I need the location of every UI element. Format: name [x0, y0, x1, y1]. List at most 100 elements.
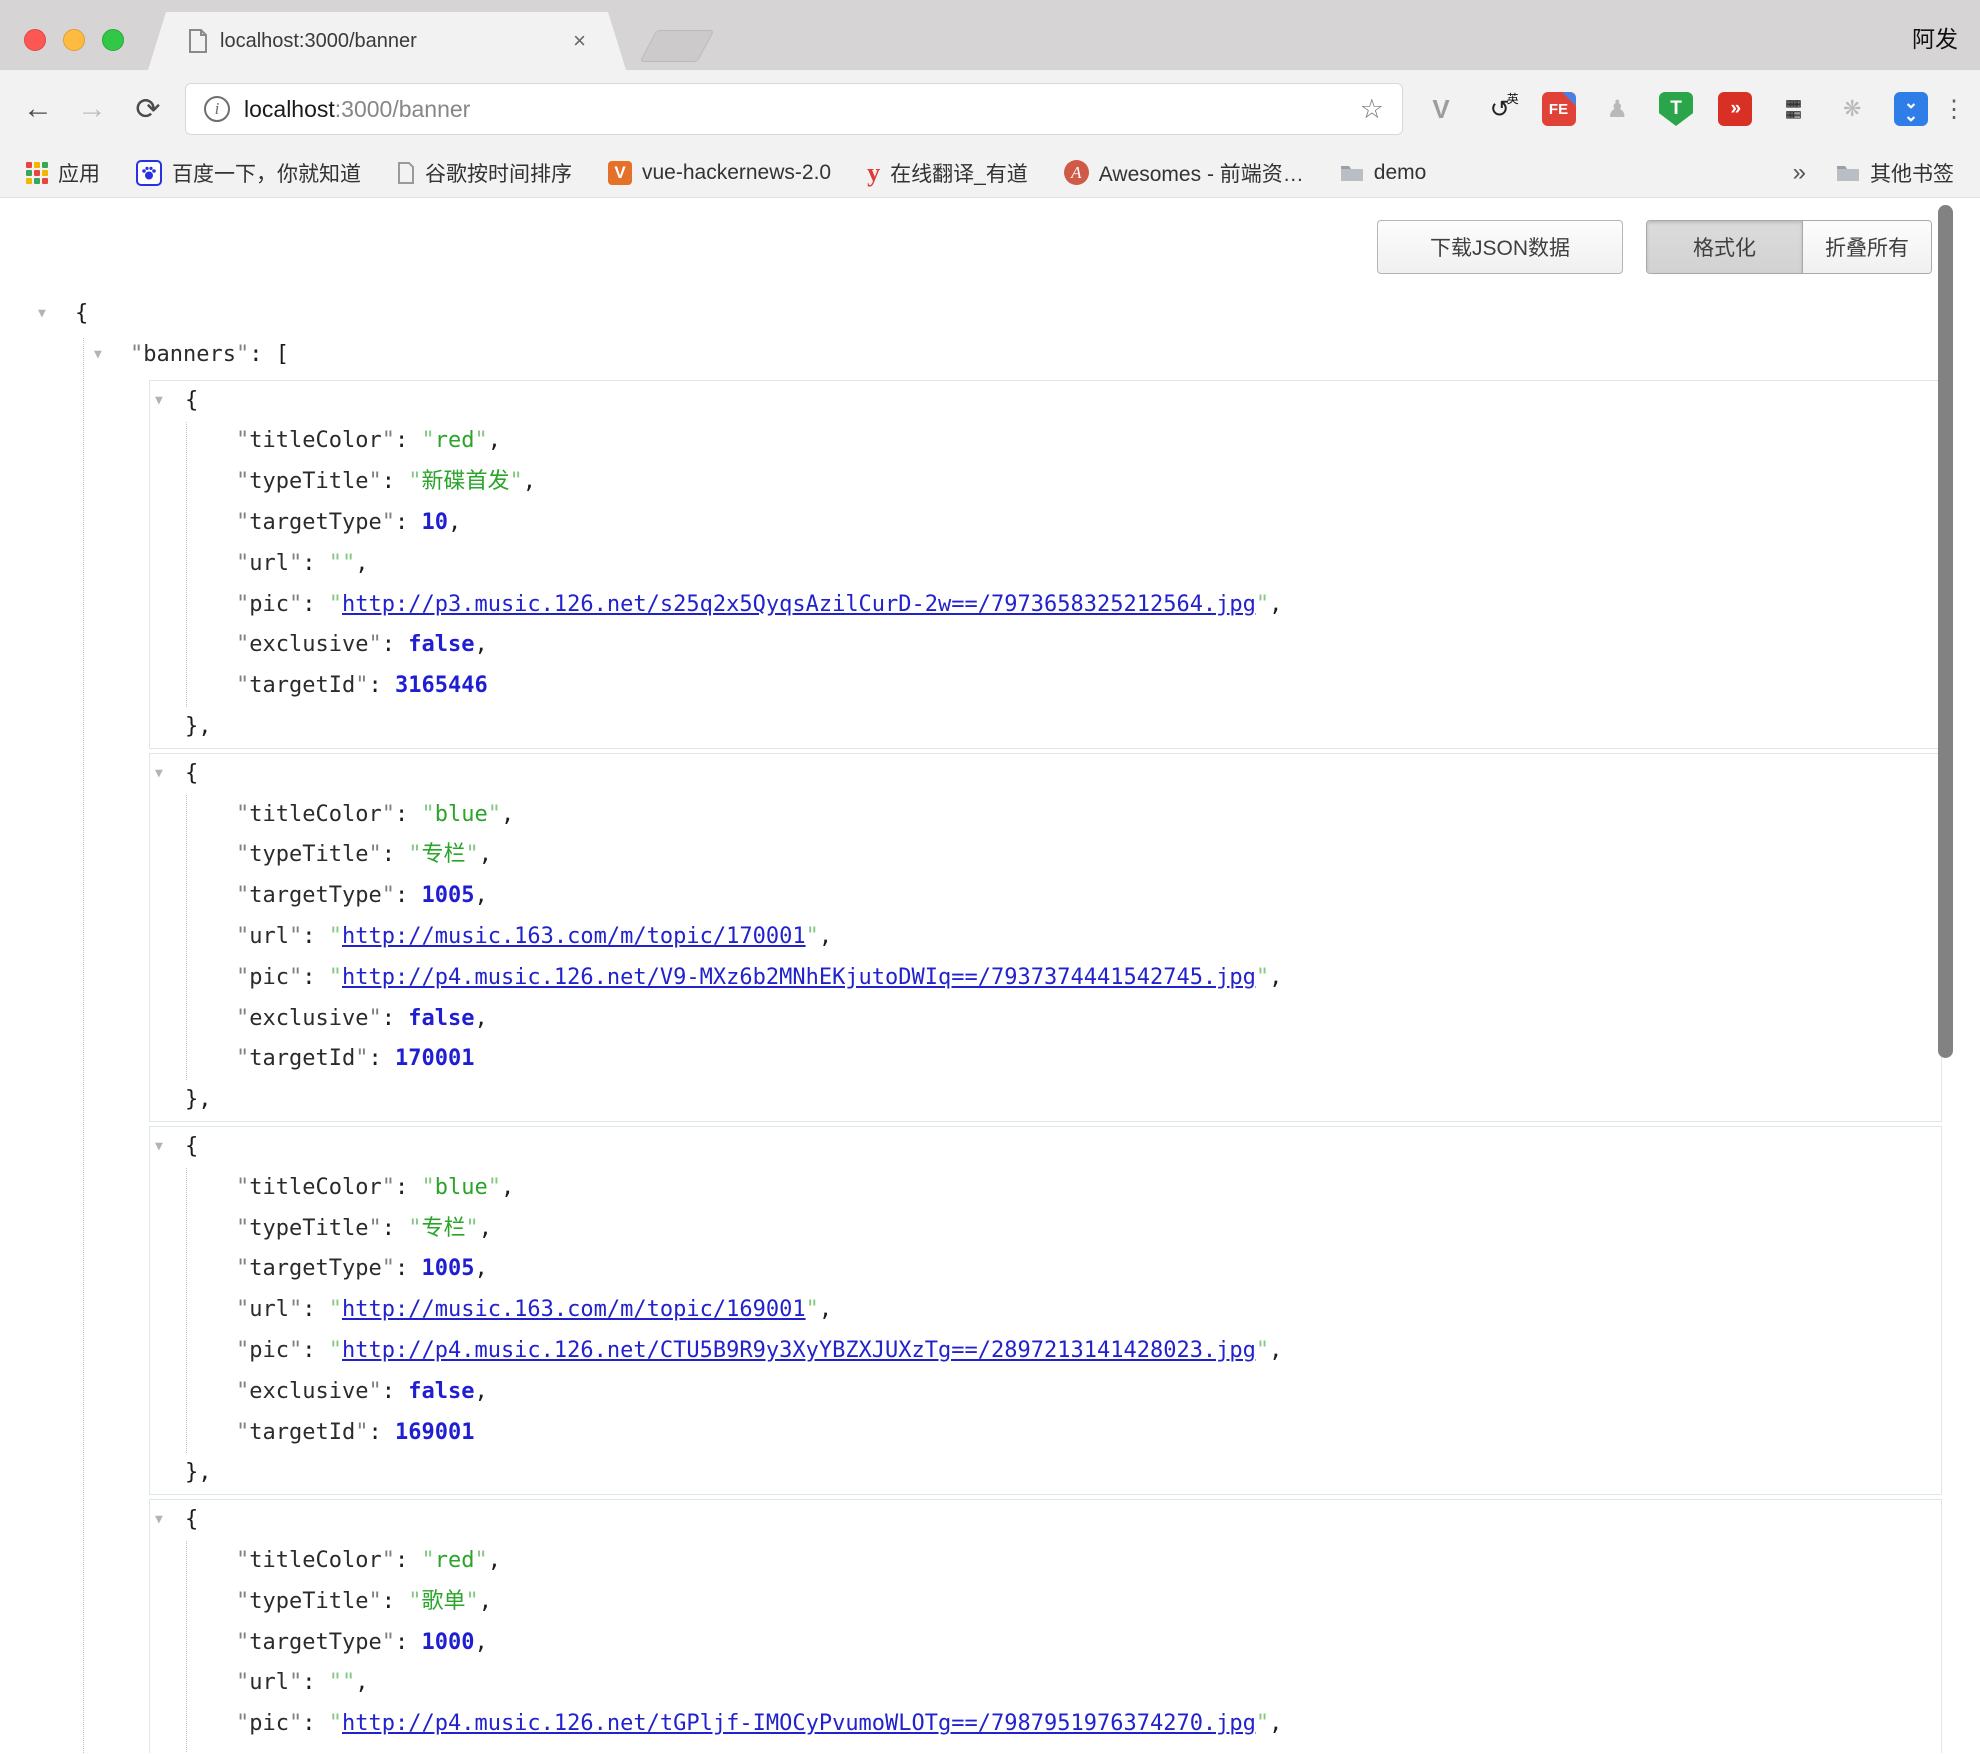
person-extension-icon[interactable]: ♟ — [1600, 92, 1634, 126]
json-line: "targetType": 1005, — [150, 1249, 1941, 1290]
new-tab-button[interactable] — [639, 30, 714, 62]
bookmarks-bar: 应用 百度一下，你就知道 谷歌按时间排序 V vue-hackernews-2.… — [0, 148, 1980, 198]
apps-grid-icon — [26, 162, 48, 184]
collapse-toggle-icon[interactable]: ▼ — [155, 381, 163, 422]
json-line: }, — [150, 707, 1941, 748]
zoom-window-button[interactable] — [102, 29, 124, 51]
translate-extension-icon[interactable]: ↺英 — [1483, 92, 1517, 126]
json-line: ▼{ — [150, 381, 1941, 422]
bookmark-apps[interactable]: 应用 — [26, 158, 100, 188]
page-icon — [397, 162, 415, 184]
json-line: "titleColor": "blue", — [150, 795, 1941, 836]
json-line: "targetId": 3165446 — [150, 666, 1941, 707]
banner-object: ▼{"titleColor": "red","typeTitle": "歌单",… — [149, 1499, 1942, 1753]
json-line: "pic": "http://p3.music.126.net/s25q2x5Q… — [150, 585, 1941, 626]
paw-extension-icon[interactable]: ❋ — [1835, 92, 1869, 126]
json-line: "targetId": 169001 — [150, 1413, 1941, 1454]
json-line: "typeTitle": "歌单", — [150, 1582, 1941, 1623]
json-line: ▼{ — [150, 1500, 1941, 1541]
json-line: "exclusive": false, — [150, 625, 1941, 666]
fast-forward-extension-icon[interactable]: » — [1718, 92, 1752, 126]
json-line: "exclusive": false, — [150, 999, 1941, 1040]
json-line: "titleColor": "blue", — [150, 1168, 1941, 1209]
json-url-link[interactable]: http://p4.music.126.net/CTU5B9R9y3XyYBZX… — [342, 1338, 1256, 1363]
banner-object: ▼{"titleColor": "blue","typeTitle": "专栏"… — [149, 753, 1942, 1122]
forward-button[interactable]: → — [70, 70, 114, 148]
json-line: ▼{ — [150, 1127, 1941, 1168]
json-line: "url": "http://music.163.com/m/topic/169… — [150, 1290, 1941, 1331]
json-line: "targetType": 1000, — [150, 1623, 1941, 1664]
json-line: "typeTitle": "专栏", — [150, 835, 1941, 876]
json-line: "url": "", — [150, 1663, 1941, 1704]
collapse-toggle-icon[interactable]: ▼ — [155, 754, 163, 795]
scrollbar-thumb[interactable] — [1938, 205, 1953, 1058]
json-line: "typeTitle": "专栏", — [150, 1209, 1941, 1250]
json-line: "typeTitle": "新碟首发", — [150, 462, 1941, 503]
fe-extension-icon[interactable]: FE — [1542, 92, 1576, 126]
json-line: ▼{ — [0, 294, 1980, 335]
json-url-link[interactable]: http://p4.music.126.net/V9-MXz6b2MNhEKju… — [342, 965, 1256, 990]
json-url-link[interactable]: http://music.163.com/m/topic/169001 — [342, 1297, 806, 1322]
profile-name[interactable]: 阿发 — [1912, 20, 1958, 54]
minimize-window-button[interactable] — [63, 29, 85, 51]
page-favicon-icon — [188, 29, 208, 53]
json-line: ▼"banners": [ — [0, 335, 1980, 376]
bookmark-youdao[interactable]: y 在线翻译_有道 — [867, 158, 1028, 188]
json-url-link[interactable]: http://p3.music.126.net/s25q2x5QyqsAzilC… — [342, 592, 1256, 617]
close-window-button[interactable] — [24, 29, 46, 51]
collapse-toggle-icon[interactable]: ▼ — [155, 1127, 163, 1168]
bookmark-vue-hackernews[interactable]: V vue-hackernews-2.0 — [608, 161, 831, 185]
bookmark-awesomes[interactable]: A Awesomes - 前端资… — [1064, 158, 1304, 188]
chrome-menu-icon[interactable]: ⋮ — [1942, 70, 1966, 148]
collapse-toggle-icon[interactable]: ▼ — [38, 294, 46, 335]
window-titlebar: localhost:3000/banner × 阿发 — [0, 0, 1980, 70]
browser-tab[interactable]: localhost:3000/banner × — [148, 12, 626, 70]
site-info-icon[interactable]: i — [204, 96, 230, 122]
banner-object: ▼{"titleColor": "blue","typeTitle": "专栏"… — [149, 1126, 1942, 1495]
collapse-toggle-icon[interactable]: ▼ — [94, 335, 102, 376]
json-url-link[interactable]: http://p4.music.126.net/tGPljf-IMOCyPvum… — [342, 1711, 1256, 1736]
json-line: "exclusive": false, — [150, 1745, 1941, 1753]
json-line: }, — [150, 1453, 1941, 1494]
bookmark-demo-folder[interactable]: demo — [1340, 161, 1427, 185]
collapse-toggle-icon[interactable]: ▼ — [155, 1500, 163, 1541]
back-button[interactable]: ← — [16, 70, 60, 148]
json-line: "targetType": 1005, — [150, 876, 1941, 917]
indent-guide — [83, 338, 84, 1753]
json-line: ▼{ — [150, 754, 1941, 795]
address-bar[interactable]: i localhost:3000/banner ☆ — [185, 83, 1403, 135]
bookmarks-overflow-chevron[interactable]: » — [1793, 159, 1806, 187]
qr-code-extension-icon[interactable]: ▦▦▦▤ — [1777, 92, 1811, 126]
json-line: "url": "", — [150, 544, 1941, 585]
vue-icon: V — [608, 161, 632, 185]
url-text: localhost:3000/banner — [244, 96, 470, 123]
reload-button[interactable]: ⟳ — [126, 70, 170, 148]
tab-close-icon[interactable]: × — [573, 28, 586, 54]
json-line: "url": "http://music.163.com/m/topic/170… — [150, 917, 1941, 958]
vue-devtools-icon[interactable]: V — [1424, 92, 1458, 126]
browser-toolbar: ← → ⟳ i localhost:3000/banner ☆ V ↺英 FE … — [0, 70, 1980, 148]
json-line: "pic": "http://p4.music.126.net/V9-MXz6b… — [150, 958, 1941, 999]
bookmark-star-icon[interactable]: ☆ — [1360, 94, 1384, 125]
bookmark-google-sort[interactable]: 谷歌按时间排序 — [397, 158, 572, 188]
other-bookmarks-folder[interactable]: 其他书签 — [1836, 158, 1954, 188]
json-line: "pic": "http://p4.music.126.net/CTU5B9R9… — [150, 1331, 1941, 1372]
json-line: "targetType": 10, — [150, 503, 1941, 544]
json-line: "pic": "http://p4.music.126.net/tGPljf-I… — [150, 1704, 1941, 1745]
blue-shield-extension-icon[interactable]: ⌄⌄ — [1894, 92, 1928, 126]
youdao-icon: y — [867, 158, 880, 188]
json-line: "titleColor": "red", — [150, 421, 1941, 462]
baidu-paw-icon — [136, 160, 162, 186]
json-line: "titleColor": "red", — [150, 1541, 1941, 1582]
banner-object: ▼{"titleColor": "red","typeTitle": "新碟首发… — [149, 380, 1942, 749]
tab-title: localhost:3000/banner — [220, 30, 565, 53]
traffic-lights — [24, 29, 124, 51]
json-line: "targetId": 170001 — [150, 1039, 1941, 1080]
green-shield-extension-icon[interactable]: T — [1659, 92, 1693, 126]
awesomes-icon: A — [1064, 160, 1089, 185]
extensions-row: V ↺英 FE ♟ T » ▦▦▦▤ ❋ ⌄⌄ — [1424, 70, 1928, 148]
bookmark-baidu[interactable]: 百度一下，你就知道 — [136, 158, 361, 188]
json-line: "exclusive": false, — [150, 1372, 1941, 1413]
json-url-link[interactable]: http://music.163.com/m/topic/170001 — [342, 924, 806, 949]
folder-icon — [1836, 163, 1860, 182]
